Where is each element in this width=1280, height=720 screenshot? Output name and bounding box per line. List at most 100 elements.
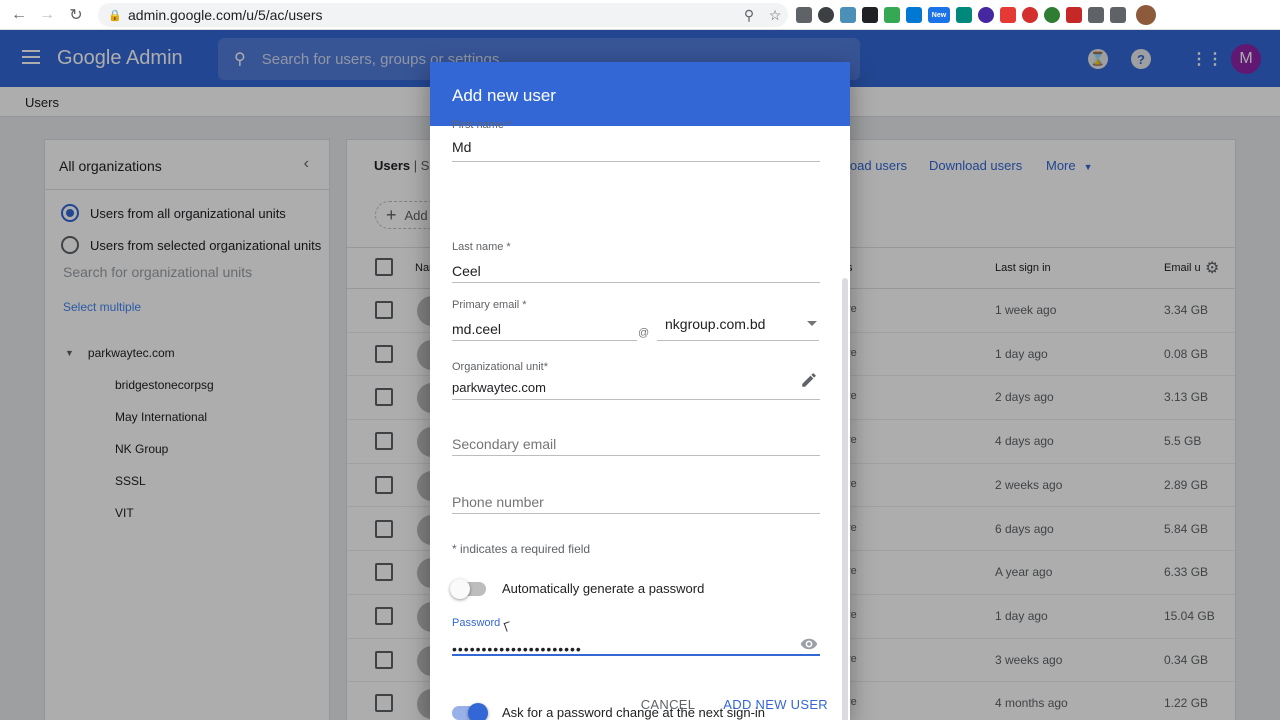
add-new-user-button[interactable]: ADD NEW USER: [723, 697, 828, 712]
more-menu[interactable]: More ▼: [1046, 158, 1093, 173]
cancel-button[interactable]: CANCEL: [641, 697, 696, 712]
org-unit-field[interactable]: Organizational unit* parkwaytec.com: [452, 361, 820, 400]
phone-field[interactable]: Phone number: [452, 494, 820, 514]
row-last-sign-in: 1 week ago: [995, 303, 1057, 317]
org-root-label: parkwaytec.com: [87, 346, 175, 360]
dialog-body: First name * Md Last name * Ceel Primary…: [430, 119, 850, 720]
pencil-icon[interactable]: [800, 371, 818, 389]
back-arrow-icon[interactable]: ←: [5, 1, 33, 29]
account-avatar[interactable]: M: [1231, 44, 1261, 74]
org-unit-label: Organizational unit*: [452, 361, 549, 373]
apps-grid-icon[interactable]: ⋮⋮: [1191, 49, 1223, 69]
row-checkbox[interactable]: [375, 475, 393, 494]
org-tree-item[interactable]: VIT: [115, 506, 134, 520]
last-name-label: Last name *: [452, 241, 511, 253]
row-last-sign-in: 3 weeks ago: [995, 652, 1063, 667]
domain-value: nkgroup.com.bd: [665, 316, 766, 332]
org-tree-item[interactable]: May International: [115, 410, 207, 424]
row-checkbox[interactable]: [375, 563, 393, 582]
caret-down-icon[interactable]: ▼: [65, 348, 74, 358]
row-checkbox[interactable]: [375, 301, 393, 319]
reload-icon[interactable]: ↻: [62, 1, 90, 29]
row-last-sign-in: 4 months ago: [995, 696, 1068, 711]
row-checkbox[interactable]: [375, 388, 393, 407]
eye-icon[interactable]: [800, 638, 818, 650]
plus-icon: +: [386, 204, 397, 225]
select-multiple-link[interactable]: Select multiple: [63, 300, 141, 314]
radio-unselected-icon[interactable]: [61, 236, 79, 254]
last-name-field[interactable]: Last name * Ceel: [452, 241, 820, 283]
row-last-sign-in: 2 days ago: [995, 390, 1054, 405]
dialog-scrollbar[interactable]: [842, 278, 848, 720]
star-icon[interactable]: ☆: [762, 7, 788, 24]
radio-all-units[interactable]: Users from all organizational units: [61, 204, 286, 222]
profile-avatar[interactable]: [1136, 5, 1156, 25]
help-icon[interactable]: ?: [1131, 49, 1151, 69]
primary-email-field[interactable]: Primary email * md.ceel: [452, 299, 637, 341]
row-last-sign-in: 1 day ago: [995, 346, 1048, 361]
first-name-field[interactable]: First name * Md: [452, 119, 820, 162]
auto-password-toggle[interactable]: [450, 579, 486, 599]
select-all-checkbox[interactable]: [375, 258, 393, 276]
extension-a-icon[interactable]: [1022, 7, 1038, 23]
add-user-dialog: Add new user First name * Md Last name *…: [430, 62, 850, 720]
phone-placeholder: Phone number: [452, 494, 544, 510]
row-checkbox[interactable]: [375, 344, 393, 363]
org-tree-root[interactable]: ▼ parkwaytec.com: [65, 346, 175, 360]
ask-password-change-toggle[interactable]: [452, 703, 488, 720]
row-email-usage: 15.04 GB: [1164, 608, 1215, 623]
row-email-usage: 1.22 GB: [1164, 696, 1209, 711]
extension-new-icon[interactable]: New: [928, 7, 950, 23]
row-checkbox[interactable]: [375, 519, 393, 538]
extension-reader-icon[interactable]: [796, 7, 812, 23]
extension-flag-icon[interactable]: [1000, 7, 1016, 23]
key-icon[interactable]: ⚲: [736, 7, 762, 24]
org-tree-item[interactable]: SSSL: [115, 474, 146, 488]
reading-list-icon[interactable]: [1110, 7, 1126, 23]
org-tree-item[interactable]: bridgestonecorpsg: [115, 378, 214, 392]
extension-bug-icon[interactable]: [1066, 7, 1082, 23]
row-email-usage: 0.34 GB: [1164, 652, 1209, 667]
domain-select[interactable]: nkgroup.com.bd: [657, 316, 819, 341]
address-bar[interactable]: 🔒 admin.google.com/u/5/ac/users ⚲ ☆: [98, 3, 788, 27]
last-name-value: Ceel: [452, 263, 481, 279]
extension-vscode-icon[interactable]: [906, 7, 922, 23]
row-checkbox[interactable]: [375, 606, 393, 625]
at-sign: @: [638, 327, 650, 339]
extension-cloud-icon[interactable]: [840, 7, 856, 23]
hourglass-icon[interactable]: ⌛: [1088, 49, 1108, 69]
col-last-sign-in[interactable]: Last sign in: [995, 262, 1051, 274]
forward-arrow-icon[interactable]: →: [33, 1, 61, 29]
org-search-input[interactable]: Search for organizational units: [63, 264, 252, 280]
row-email-usage: 0.08 GB: [1164, 346, 1209, 361]
extension-layers-icon[interactable]: [978, 7, 994, 23]
row-checkbox[interactable]: [375, 432, 393, 451]
extension-n-icon[interactable]: [956, 7, 972, 23]
caret-down-icon: ▼: [1083, 162, 1093, 172]
chevron-left-icon[interactable]: ‹: [304, 155, 309, 173]
org-unit-value: parkwaytec.com: [452, 380, 546, 395]
radio-selected-label: Users from selected organizational units: [90, 237, 322, 253]
row-checkbox[interactable]: [375, 650, 393, 669]
menu-icon[interactable]: [22, 50, 40, 64]
org-panel-title: All organizations: [59, 158, 162, 174]
col-email-usage[interactable]: Email u: [1164, 262, 1201, 274]
breadcrumb-users[interactable]: Users: [25, 95, 59, 110]
radio-selected-icon[interactable]: [61, 204, 79, 222]
secondary-email-field[interactable]: Secondary email: [452, 436, 820, 456]
first-name-value: Md: [452, 139, 472, 155]
extension-drive-icon[interactable]: [884, 7, 900, 23]
org-tree-item[interactable]: NK Group: [115, 442, 168, 456]
puzzle-icon[interactable]: [1088, 7, 1104, 23]
extension-image-icon[interactable]: [862, 7, 878, 23]
row-checkbox[interactable]: [375, 694, 393, 713]
row-last-sign-in: 6 days ago: [995, 521, 1054, 536]
gear-icon[interactable]: ⚙: [1205, 258, 1223, 277]
extension-ring-icon[interactable]: [1044, 7, 1060, 23]
upload-users-link[interactable]: load users: [847, 158, 907, 173]
extension-bulb-icon[interactable]: [818, 7, 834, 23]
download-users-link[interactable]: Download users: [929, 158, 1022, 173]
password-field[interactable]: Password ••••••••••••••••••••••: [452, 613, 820, 657]
auto-password-label: Automatically generate a password: [502, 581, 705, 596]
radio-selected-units[interactable]: Users from selected organizational units: [61, 236, 321, 254]
